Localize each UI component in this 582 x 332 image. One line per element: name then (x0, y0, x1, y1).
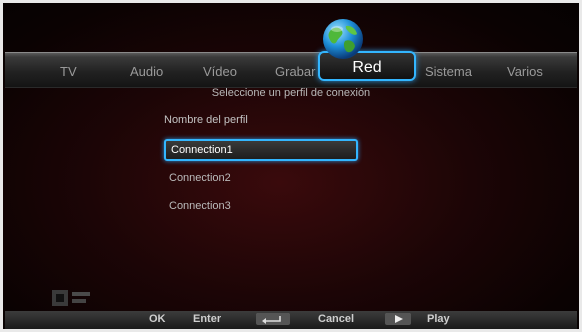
enter-label: Enter (193, 313, 222, 325)
globe-icon (323, 19, 363, 59)
page-subtitle: Seleccione un perfil de conexión (211, 87, 371, 99)
tab-sistema[interactable]: Sistema (425, 64, 472, 79)
profile-item-connection3[interactable]: Connection3 (164, 195, 358, 217)
tab-audio[interactable]: Audio (130, 64, 163, 79)
profile-item-connection1[interactable]: Connection1 (164, 139, 358, 161)
screen-frame (0, 0, 582, 332)
tab-grabar[interactable]: Grabar (275, 64, 315, 79)
play-label: Play (427, 313, 450, 325)
channel-info-icon (52, 290, 90, 306)
tab-varios[interactable]: Varios (507, 64, 543, 79)
return-arrow-icon[interactable] (256, 313, 290, 325)
ok-label[interactable]: OK (149, 313, 166, 325)
profile-item-connection2[interactable]: Connection2 (164, 167, 358, 189)
tab-video[interactable]: Vídeo (203, 64, 237, 79)
cancel-label: Cancel (318, 313, 355, 325)
profile-name-label: Nombre del perfil (164, 114, 248, 126)
tab-tv[interactable]: TV (60, 64, 77, 79)
bottom-hint-bar (5, 311, 577, 329)
play-icon[interactable] (385, 313, 411, 325)
